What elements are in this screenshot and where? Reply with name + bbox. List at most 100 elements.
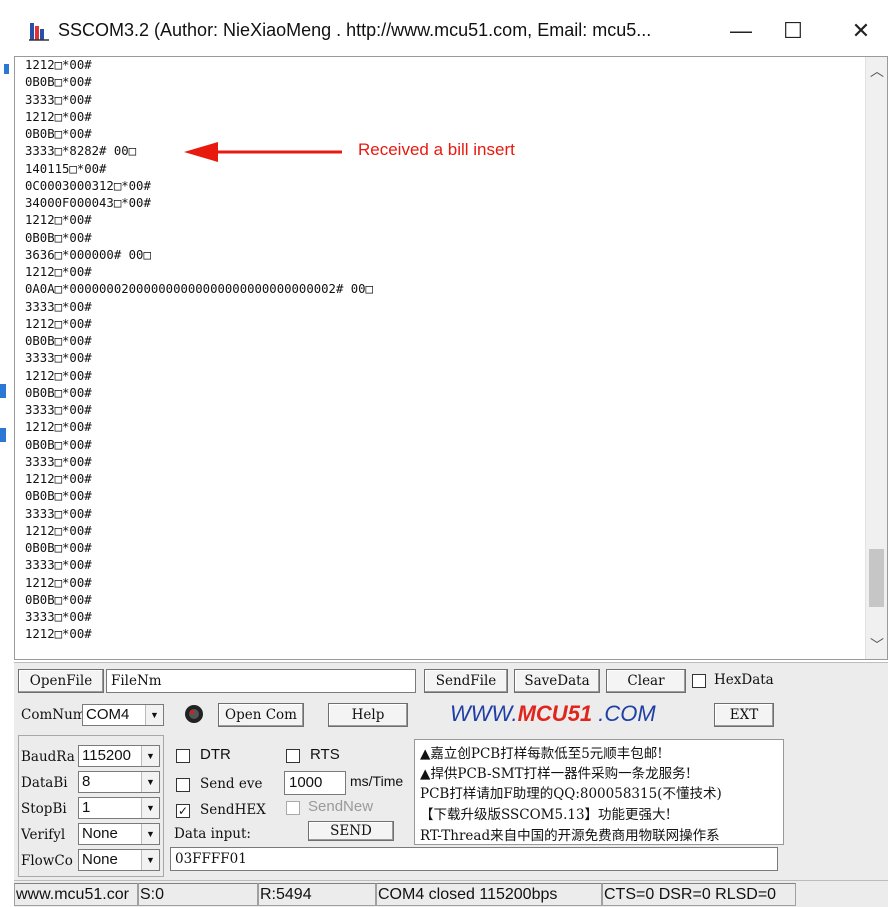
- chevron-down-icon: ▼: [141, 798, 159, 818]
- status-received-count: R:5494: [258, 883, 376, 906]
- receive-line: 1212□*00#: [25, 472, 92, 486]
- baud-label: BaudRa: [21, 749, 75, 765]
- verify-label: Verifyl: [21, 827, 66, 843]
- receive-line: 3636□*000000# 00□: [25, 247, 151, 262]
- receive-line: 34000F000043□*00#: [25, 196, 151, 210]
- chevron-down-icon: ▼: [141, 746, 159, 766]
- scroll-up-icon[interactable]: ︿: [866, 61, 887, 81]
- databits-select[interactable]: 8 ▼: [78, 771, 160, 793]
- ad-panel[interactable]: ▲嘉立创PCB打样每款低至5元顺丰包邮! ▲捍供PCB-SMT打样一器件采购一条…: [414, 739, 784, 845]
- open-file-button[interactable]: OpenFile: [18, 669, 104, 693]
- maximize-button[interactable]: ☐: [770, 16, 816, 46]
- side-mark: [0, 384, 6, 398]
- send-file-button[interactable]: SendFile: [424, 669, 508, 693]
- send-new-label: SendNew: [308, 798, 374, 815]
- annotation: Received a bill insert: [182, 140, 542, 164]
- receive-line: 3333□*00#: [25, 506, 92, 521]
- help-button[interactable]: Help: [328, 703, 408, 727]
- com-port-select[interactable]: COM4 ▼: [82, 704, 164, 726]
- receive-line: 1212□*00#: [25, 368, 92, 383]
- send-button[interactable]: SEND: [308, 821, 394, 841]
- receive-line: 1212□*00#: [25, 213, 92, 228]
- receive-line: 0B0B□*00#: [25, 334, 92, 348]
- send-new-checkbox[interactable]: [286, 801, 300, 815]
- data-input-label: Data input:: [174, 826, 251, 842]
- ext-button[interactable]: EXT: [714, 703, 774, 727]
- mcu51-logo[interactable]: WWW.MCU51 .COM: [450, 701, 656, 727]
- rts-label: RTS: [310, 746, 340, 763]
- receive-line: 0B0B□*00#: [25, 592, 92, 607]
- flow-control-select[interactable]: None ▼: [78, 849, 160, 871]
- receive-line: 0B0B□*00#: [25, 437, 92, 452]
- chevron-down-icon: ▼: [145, 705, 163, 725]
- receive-line: 1212□*00#: [25, 523, 92, 538]
- logo-com: .COM: [592, 701, 656, 726]
- stopbits-select[interactable]: 1 ▼: [78, 797, 160, 819]
- clear-button[interactable]: Clear: [606, 669, 686, 693]
- receive-line: 0B0B□*00#: [25, 541, 92, 555]
- com-num-label: ComNum: [21, 707, 86, 723]
- com-port-value: COM4: [86, 706, 130, 723]
- side-mark: [0, 428, 6, 442]
- title-bar: SSCOM3.2 (Author: NieXiaoMeng . http://w…: [12, 8, 888, 54]
- status-bar: www.mcu51.cor S:0 R:5494 COM4 closed 115…: [14, 880, 888, 907]
- status-lines: CTS=0 DSR=0 RLSD=0: [602, 883, 796, 906]
- receive-line: 1212□*00#: [25, 627, 92, 642]
- hex-data-label: HexData: [714, 672, 774, 688]
- ad-line[interactable]: PCB打样请加F助理的QQ:800058315(不懂技术): [420, 782, 722, 802]
- save-data-button[interactable]: SaveData: [514, 669, 600, 693]
- status-url: www.mcu51.cor: [14, 883, 138, 906]
- open-com-button[interactable]: Open Com: [218, 703, 304, 727]
- baud-rate-value: 115200: [82, 747, 131, 764]
- verify-value: None: [82, 825, 118, 842]
- baud-rate-select[interactable]: 115200 ▼: [78, 745, 160, 767]
- status-port-state: COM4 closed 115200bps: [376, 883, 602, 906]
- flow-label: FlowCo: [21, 853, 73, 869]
- left-arrow-icon: [184, 142, 342, 162]
- ad-line[interactable]: RT-Thread来自中国的开源免费商用物联网操作系: [420, 824, 720, 844]
- flow-control-value: None: [82, 851, 118, 868]
- stopbits-label: StopBi: [21, 801, 67, 817]
- status-sent-count: S:0: [138, 883, 258, 906]
- ad-line[interactable]: ▲捍供PCB-SMT打样一器件采购一条龙服务!: [420, 762, 691, 782]
- data-input-field[interactable]: 03FFFF01: [170, 847, 778, 871]
- window-title: SSCOM3.2 (Author: NieXiaoMeng . http://w…: [58, 20, 652, 40]
- ad-line[interactable]: 【下载升级版SSCOM5.13】功能更强大!: [420, 803, 671, 823]
- scroll-down-icon[interactable]: ﹀: [866, 635, 887, 655]
- receive-line: 1212□*00#: [25, 420, 92, 435]
- send-every-label: Send eve: [200, 776, 263, 792]
- port-status-led-icon: [184, 704, 204, 724]
- verify-select[interactable]: None ▼: [78, 823, 160, 845]
- databits-value: 8: [82, 773, 91, 790]
- receive-line: 0C0003000312□*00#: [25, 178, 151, 193]
- receive-line: 0B0B□*00#: [25, 385, 92, 400]
- receive-line: 1212□*00#: [25, 109, 92, 124]
- receive-line: 1212□*00#: [25, 575, 92, 590]
- receive-line: 1212□*00#: [25, 316, 92, 331]
- receive-line: 1212□*00#: [25, 58, 92, 72]
- dtr-label: DTR: [200, 746, 231, 763]
- send-every-checkbox[interactable]: [176, 778, 190, 792]
- receive-line: 1212□*00#: [25, 265, 92, 279]
- close-button[interactable]: ✕: [838, 16, 884, 46]
- vertical-scrollbar[interactable]: ︿ ﹀: [865, 57, 887, 659]
- receive-line: 3333□*00#: [25, 351, 92, 366]
- receive-line: 0A0A□*0000000200000000000000000000000000…: [25, 282, 373, 297]
- interval-unit: ms/Time: [350, 773, 404, 789]
- app-icon: [28, 20, 50, 42]
- send-hex-checkbox[interactable]: ✓: [176, 804, 190, 818]
- ad-line[interactable]: ▲嘉立创PCB打样每款低至5元顺丰包邮!: [420, 742, 663, 762]
- rts-checkbox[interactable]: [286, 749, 300, 763]
- logo-mcu51: MCU51: [517, 701, 593, 726]
- file-name-field[interactable]: FileNm: [106, 669, 416, 693]
- stopbits-value: 1: [82, 799, 91, 816]
- chevron-down-icon: ▼: [141, 850, 159, 870]
- scrollbar-thumb[interactable]: [869, 549, 884, 607]
- side-mark: [4, 64, 9, 74]
- hex-data-checkbox[interactable]: [692, 674, 706, 688]
- receive-line: 0B0B□*00#: [25, 230, 92, 245]
- interval-field[interactable]: 1000: [284, 771, 346, 795]
- dtr-checkbox[interactable]: [176, 749, 190, 763]
- receive-line: 3333□*00#: [25, 454, 92, 469]
- minimize-button[interactable]: —: [718, 16, 764, 46]
